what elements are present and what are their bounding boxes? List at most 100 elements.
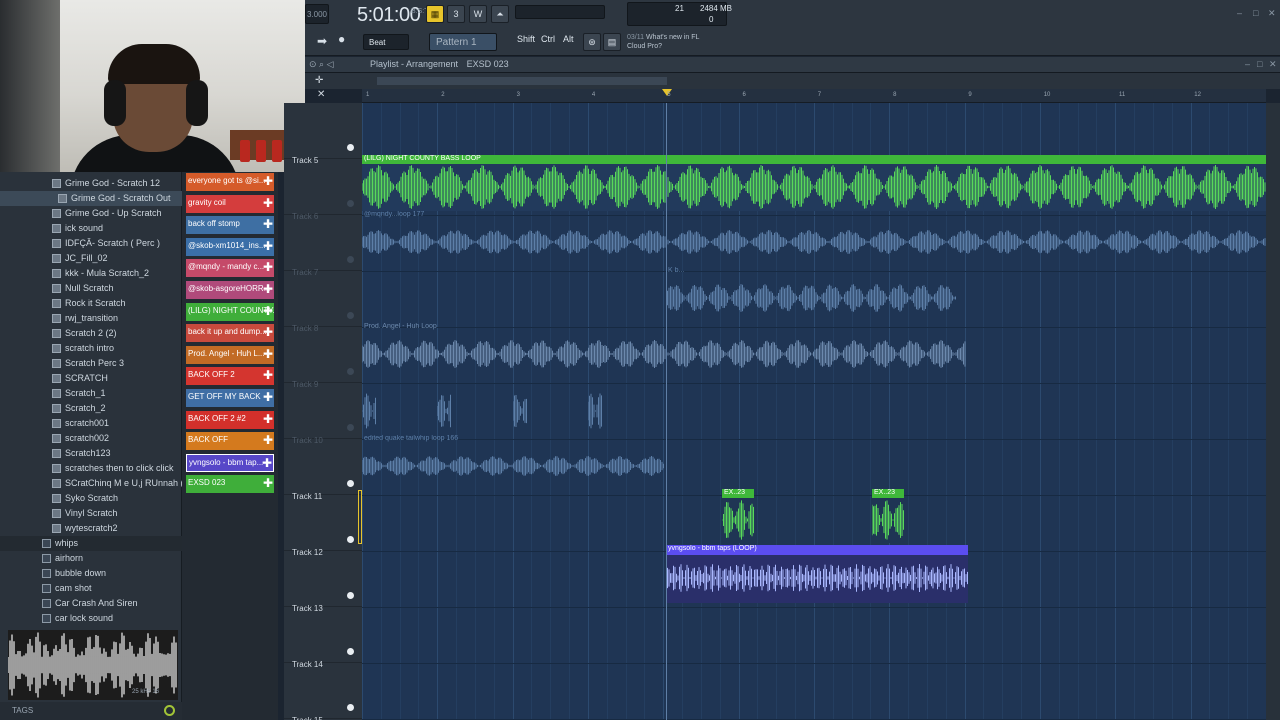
add-icon[interactable]: ✚ [262, 475, 274, 493]
hit-clip[interactable] [588, 379, 602, 435]
zoom-icon[interactable]: ✛ [315, 75, 323, 86]
browser-file[interactable]: SCRATCH [0, 371, 182, 386]
track-enable-toggle[interactable] [347, 200, 354, 207]
browser-file[interactable]: Scratch 2 (2) [0, 326, 182, 341]
track-header[interactable]: Track 8 [284, 271, 362, 333]
minimize-icon[interactable]: ‒ [1237, 8, 1242, 18]
news-panel[interactable]: 03/11 What's new in FL Cloud Pro? [627, 33, 699, 51]
master-pitch-slider[interactable] [515, 5, 605, 19]
ex-clip[interactable]: EX..23 [722, 489, 754, 543]
track-enable-toggle[interactable] [347, 704, 354, 711]
track-enable-toggle[interactable] [347, 312, 354, 319]
browser-file[interactable]: Grime God - Up Scratch [0, 206, 182, 221]
browser-file[interactable]: rwj_transition [0, 311, 182, 326]
vertical-scrollbar[interactable] [1266, 103, 1280, 720]
hit-clip[interactable] [513, 379, 527, 435]
maximize-icon[interactable]: □ [1253, 8, 1258, 18]
browser-folder[interactable]: cam shot [0, 581, 182, 596]
track-enable-toggle[interactable] [347, 144, 354, 151]
browser-file[interactable]: ick sound [0, 221, 182, 236]
add-icon[interactable]: ✚ [262, 303, 274, 321]
alt-key-button[interactable]: Alt [563, 34, 574, 50]
picker-item[interactable]: @skob-xm1014_ins... ✚ [186, 237, 274, 256]
playlist-grid[interactable]: (LILG) NIGHT COUNTY BASS LOOP @mqndy...lo… [362, 103, 1266, 720]
bass-loop-clip[interactable]: (LILG) NIGHT COUNTY BASS LOOP [362, 155, 1266, 211]
kb-clip[interactable]: K b... [666, 267, 956, 321]
browser-file[interactable]: Scratch_1 [0, 386, 182, 401]
add-icon[interactable]: ✚ [261, 455, 273, 471]
browser-folder[interactable]: car lock sound [0, 611, 182, 626]
browser-file[interactable]: Null Scratch [0, 281, 182, 296]
mandy-loop-clip[interactable]: @mqndy...loop 177 [362, 211, 1266, 265]
add-icon[interactable]: ✚ [262, 195, 274, 213]
quake-loop-clip[interactable]: edited quake tailwhip loop 166 [362, 435, 664, 489]
picker-item[interactable]: back off stomp ✚ [186, 216, 274, 235]
track-enable-toggle[interactable] [347, 592, 354, 599]
add-icon[interactable]: ✚ [262, 173, 274, 191]
browser-file[interactable]: IDFÇĂ- Scratch ( Perc ) [0, 236, 182, 251]
picker-item[interactable]: @skob-asgoreHORR... ✚ [186, 281, 274, 299]
playlist-close-icon[interactable]: ✕ [1269, 59, 1277, 70]
track-header[interactable]: Track 10 [284, 383, 362, 445]
picker-item[interactable]: @mqndy - mandy c... ✚ [186, 259, 274, 278]
add-icon[interactable]: ✚ [262, 432, 274, 450]
browser-file[interactable]: Scratch Perc 3 [0, 356, 182, 371]
overview-scroll[interactable] [377, 77, 667, 85]
track-header[interactable]: Track 6 [284, 159, 362, 221]
browser-file[interactable]: kkk - Mula Scratch_2 [0, 266, 182, 281]
browser-file[interactable]: scratch001 [0, 416, 182, 431]
playlist-minimize-icon[interactable]: ‒ [1245, 59, 1250, 69]
close-icon[interactable]: ✕ [1268, 8, 1276, 19]
track-enable-toggle[interactable] [347, 480, 354, 487]
browser-file[interactable]: Grime God - Scratch 12 [0, 176, 182, 191]
add-icon[interactable]: ✚ [262, 346, 274, 364]
browser-file[interactable]: Rock it Scratch [0, 296, 182, 311]
search-icon[interactable] [164, 705, 175, 716]
track-enable-toggle[interactable] [347, 536, 354, 543]
browser-folder[interactable]: whips [0, 536, 182, 551]
picker-item[interactable]: yvngsolo - bbm tap... ✚ [186, 453, 274, 472]
picker-item[interactable]: back it up and dump... ✚ [186, 324, 274, 343]
pattern-song-toggle[interactable]: ▦ [426, 5, 444, 23]
picker-item[interactable]: gravity coil ✚ [186, 194, 274, 213]
track-header[interactable]: Track 12 [284, 495, 362, 557]
picker-item[interactable]: BACK OFF 2 ✚ [186, 367, 274, 386]
track-header[interactable]: Track 13 [284, 551, 362, 613]
angel-loop-clip[interactable]: Prod. Angel - Huh Loop [362, 323, 966, 377]
browser-folder[interactable]: airhorn [0, 551, 182, 566]
track-header[interactable]: Track 14 [284, 607, 362, 669]
browser-file[interactable]: JC_Fill_02 [0, 251, 182, 266]
bbm-loop-clip[interactable]: yvngsolo - bbm taps (LOOP) [666, 545, 968, 603]
browser-folder[interactable]: Car Crash And Siren [0, 596, 182, 611]
close-track-icon[interactable]: ✕ [317, 89, 325, 100]
play-icon[interactable]: ➡ [317, 34, 333, 50]
blend-button[interactable]: W [469, 5, 487, 23]
timeline-ruler[interactable]: 1 2 3 4 5 6 7 8 9 10 11 12 [362, 89, 1266, 103]
ctrl-key-button[interactable]: Ctrl [541, 34, 555, 50]
hit-clip[interactable] [437, 379, 451, 435]
playlist-maximize-icon[interactable]: □ [1257, 59, 1262, 69]
add-icon[interactable]: ✚ [262, 411, 274, 429]
ex-clip[interactable]: EX..23 [872, 489, 904, 543]
snap-select[interactable]: Beat [363, 34, 409, 50]
add-icon[interactable]: ✚ [262, 259, 274, 277]
browser-file[interactable]: Grime God - Scratch Out [0, 191, 182, 206]
playlist-options-icon[interactable]: ⊙ ⌕ ◁ [309, 59, 334, 70]
browser-file[interactable]: scratch002 [0, 431, 182, 446]
track-enable-toggle[interactable] [347, 424, 354, 431]
track-header[interactable]: Track 5 [284, 103, 362, 165]
tempo-display[interactable]: 3.000 [305, 4, 329, 24]
picker-item[interactable]: GET OFF MY BACK ✚ [186, 389, 274, 407]
cart-icon[interactable]: ▤ [603, 33, 621, 51]
browser-folder[interactable]: bubble down [0, 566, 182, 581]
add-icon[interactable]: ✚ [262, 389, 274, 407]
browser-file[interactable]: scratch intro [0, 341, 182, 356]
hit-clip[interactable] [362, 379, 376, 435]
picker-item[interactable]: BACK OFF 2 #2 ✚ [186, 410, 274, 429]
picker-item[interactable]: Prod. Angel - Huh L... ✚ [186, 345, 274, 364]
track-enable-toggle[interactable] [347, 256, 354, 263]
add-icon[interactable]: ✚ [262, 324, 274, 342]
add-icon[interactable]: ✚ [262, 281, 274, 299]
browser-file[interactable]: Scratch123 [0, 446, 182, 461]
browser-file[interactable]: Syko Scratch [0, 491, 182, 506]
